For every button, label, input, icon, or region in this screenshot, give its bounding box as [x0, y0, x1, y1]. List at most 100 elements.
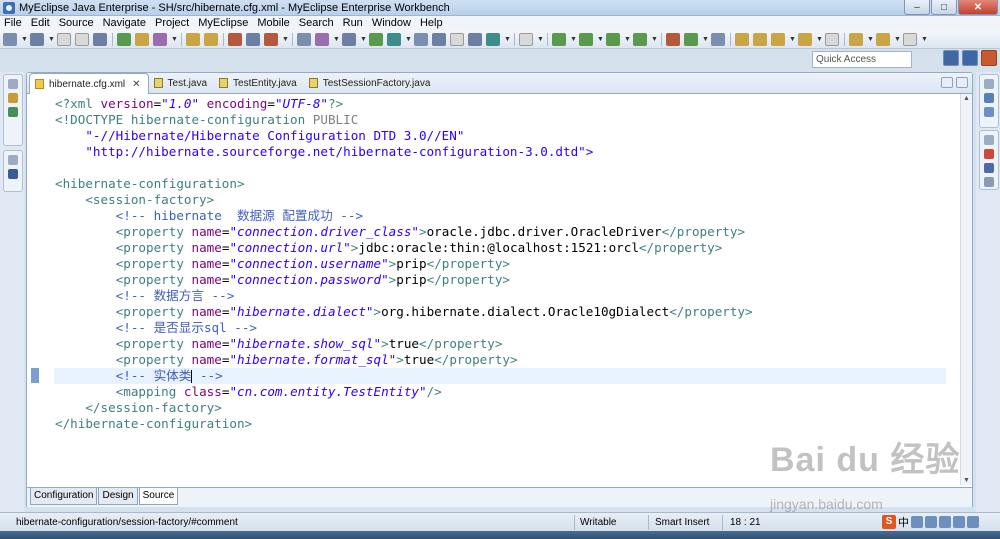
annotation-icon[interactable] [798, 32, 812, 46]
open-perspective-icon[interactable] [943, 50, 959, 66]
menu-mobile[interactable]: Mobile [257, 17, 289, 29]
pencil-icon[interactable] [186, 32, 200, 46]
menu-search[interactable]: Search [299, 17, 334, 29]
cloud-icon[interactable] [486, 32, 500, 46]
ime-moon-icon[interactable] [911, 516, 923, 528]
task-list-icon[interactable] [984, 107, 994, 117]
chevron-down-icon[interactable]: ▼ [921, 36, 928, 43]
outline-icon[interactable] [984, 93, 994, 103]
hierarchy-icon[interactable] [8, 107, 18, 117]
save-icon[interactable] [57, 32, 71, 46]
tab-test-java[interactable]: Test.java [149, 73, 214, 93]
report-icon[interactable] [342, 32, 356, 46]
chevron-down-icon[interactable]: ▼ [702, 36, 709, 43]
ime-user-icon[interactable] [953, 516, 965, 528]
save-all-icon[interactable] [75, 32, 89, 46]
chart-icon[interactable] [369, 32, 383, 46]
chevron-down-icon[interactable]: ▼ [333, 36, 340, 43]
myeclipse-perspective-icon[interactable] [962, 50, 978, 66]
chevron-down-icon[interactable]: ▼ [789, 36, 796, 43]
tab-configuration[interactable]: Configuration [30, 488, 98, 505]
chevron-down-icon[interactable]: ▼ [171, 36, 178, 43]
flow-icon[interactable] [387, 32, 401, 46]
menu-help[interactable]: Help [420, 17, 443, 29]
minimize-button[interactable]: – [904, 0, 930, 15]
close-tab-icon[interactable]: ✕ [132, 79, 140, 90]
chevron-down-icon[interactable]: ▼ [360, 36, 367, 43]
tab-design[interactable]: Design [98, 488, 138, 505]
code-editor[interactable]: <?xml version="1.0" encoding="UTF-8"?> <… [27, 94, 960, 485]
chevron-down-icon[interactable]: ▼ [21, 36, 28, 43]
globe-icon[interactable] [414, 32, 428, 46]
open-task-icon[interactable] [753, 32, 767, 46]
server-icon[interactable] [135, 32, 149, 46]
servers-icon[interactable] [984, 177, 994, 187]
new-package-icon[interactable] [684, 32, 698, 46]
scroll-up-icon[interactable]: ▲ [963, 95, 970, 102]
ime-keyboard-icon[interactable] [939, 516, 951, 528]
chevron-down-icon[interactable]: ▼ [816, 36, 823, 43]
menu-project[interactable]: Project [155, 17, 189, 29]
image-preview-icon[interactable] [8, 169, 18, 179]
chevron-down-icon[interactable]: ▼ [504, 36, 511, 43]
minimize-editor-icon[interactable] [941, 77, 953, 88]
problems-icon[interactable] [984, 149, 994, 159]
java-perspective-icon[interactable] [981, 50, 997, 66]
chevron-down-icon[interactable]: ▼ [867, 36, 874, 43]
new-icon[interactable] [3, 32, 17, 46]
external-tools-icon[interactable] [633, 32, 647, 46]
chevron-down-icon[interactable]: ▼ [570, 36, 577, 43]
menu-file[interactable]: File [4, 17, 22, 29]
deploy-icon[interactable] [117, 32, 131, 46]
tab-source[interactable]: Source [138, 488, 179, 505]
restore-icon[interactable] [8, 155, 18, 165]
back-icon[interactable] [876, 32, 890, 46]
ime-language[interactable]: 中 [898, 514, 909, 530]
package-explorer-icon[interactable] [8, 93, 18, 103]
share-icon[interactable] [432, 32, 446, 46]
database-icon[interactable] [297, 32, 311, 46]
web-icon[interactable] [246, 32, 260, 46]
tab-testsessionfactory-java[interactable]: TestSessionFactory.java [304, 73, 438, 93]
open-type-icon[interactable] [735, 32, 749, 46]
run-last-icon[interactable] [606, 32, 620, 46]
screen-icon[interactable] [519, 32, 533, 46]
close-button[interactable]: ✕ [958, 0, 998, 15]
chevron-down-icon[interactable]: ▼ [537, 36, 544, 43]
run-icon[interactable] [579, 32, 593, 46]
chevron-down-icon[interactable]: ▼ [405, 36, 412, 43]
vertical-scrollbar[interactable]: ▲ ▼ [960, 94, 972, 485]
menu-source[interactable]: Source [59, 17, 94, 29]
quick-access-input[interactable]: Quick Access [812, 51, 912, 68]
ime-settings-icon[interactable] [967, 516, 979, 528]
restore-icon[interactable] [8, 79, 18, 89]
browser-icon[interactable] [315, 32, 329, 46]
tab-hibernate-cfg-xml[interactable]: hibernate.cfg.xml ✕ [29, 73, 149, 94]
chevron-down-icon[interactable]: ▼ [894, 36, 901, 43]
highlight-icon[interactable] [204, 32, 218, 46]
wand-icon[interactable] [153, 32, 167, 46]
next-annotation-icon[interactable] [849, 32, 863, 46]
chevron-down-icon[interactable]: ▼ [651, 36, 658, 43]
menu-edit[interactable]: Edit [31, 17, 50, 29]
layout-icon[interactable] [468, 32, 482, 46]
ime-punct-icon[interactable] [925, 516, 937, 528]
chevron-down-icon[interactable]: ▼ [282, 36, 289, 43]
scroll-down-icon[interactable]: ▼ [963, 477, 970, 484]
maximize-button[interactable]: □ [931, 0, 957, 15]
search-icon[interactable] [771, 32, 785, 46]
print-icon[interactable] [93, 32, 107, 46]
new-class-icon[interactable] [711, 32, 725, 46]
restore-icon[interactable] [984, 79, 994, 89]
forward-icon[interactable] [903, 32, 917, 46]
restore-icon[interactable] [984, 135, 994, 145]
maximize-editor-icon[interactable] [956, 77, 968, 88]
menu-window[interactable]: Window [372, 17, 411, 29]
grid-icon[interactable] [450, 32, 464, 46]
debug-icon[interactable] [552, 32, 566, 46]
chevron-down-icon[interactable]: ▼ [624, 36, 631, 43]
chevron-down-icon[interactable]: ▼ [597, 36, 604, 43]
menu-navigate[interactable]: Navigate [103, 17, 146, 29]
console-icon[interactable] [984, 163, 994, 173]
tab-testentity-java[interactable]: TestEntity.java [214, 73, 304, 93]
